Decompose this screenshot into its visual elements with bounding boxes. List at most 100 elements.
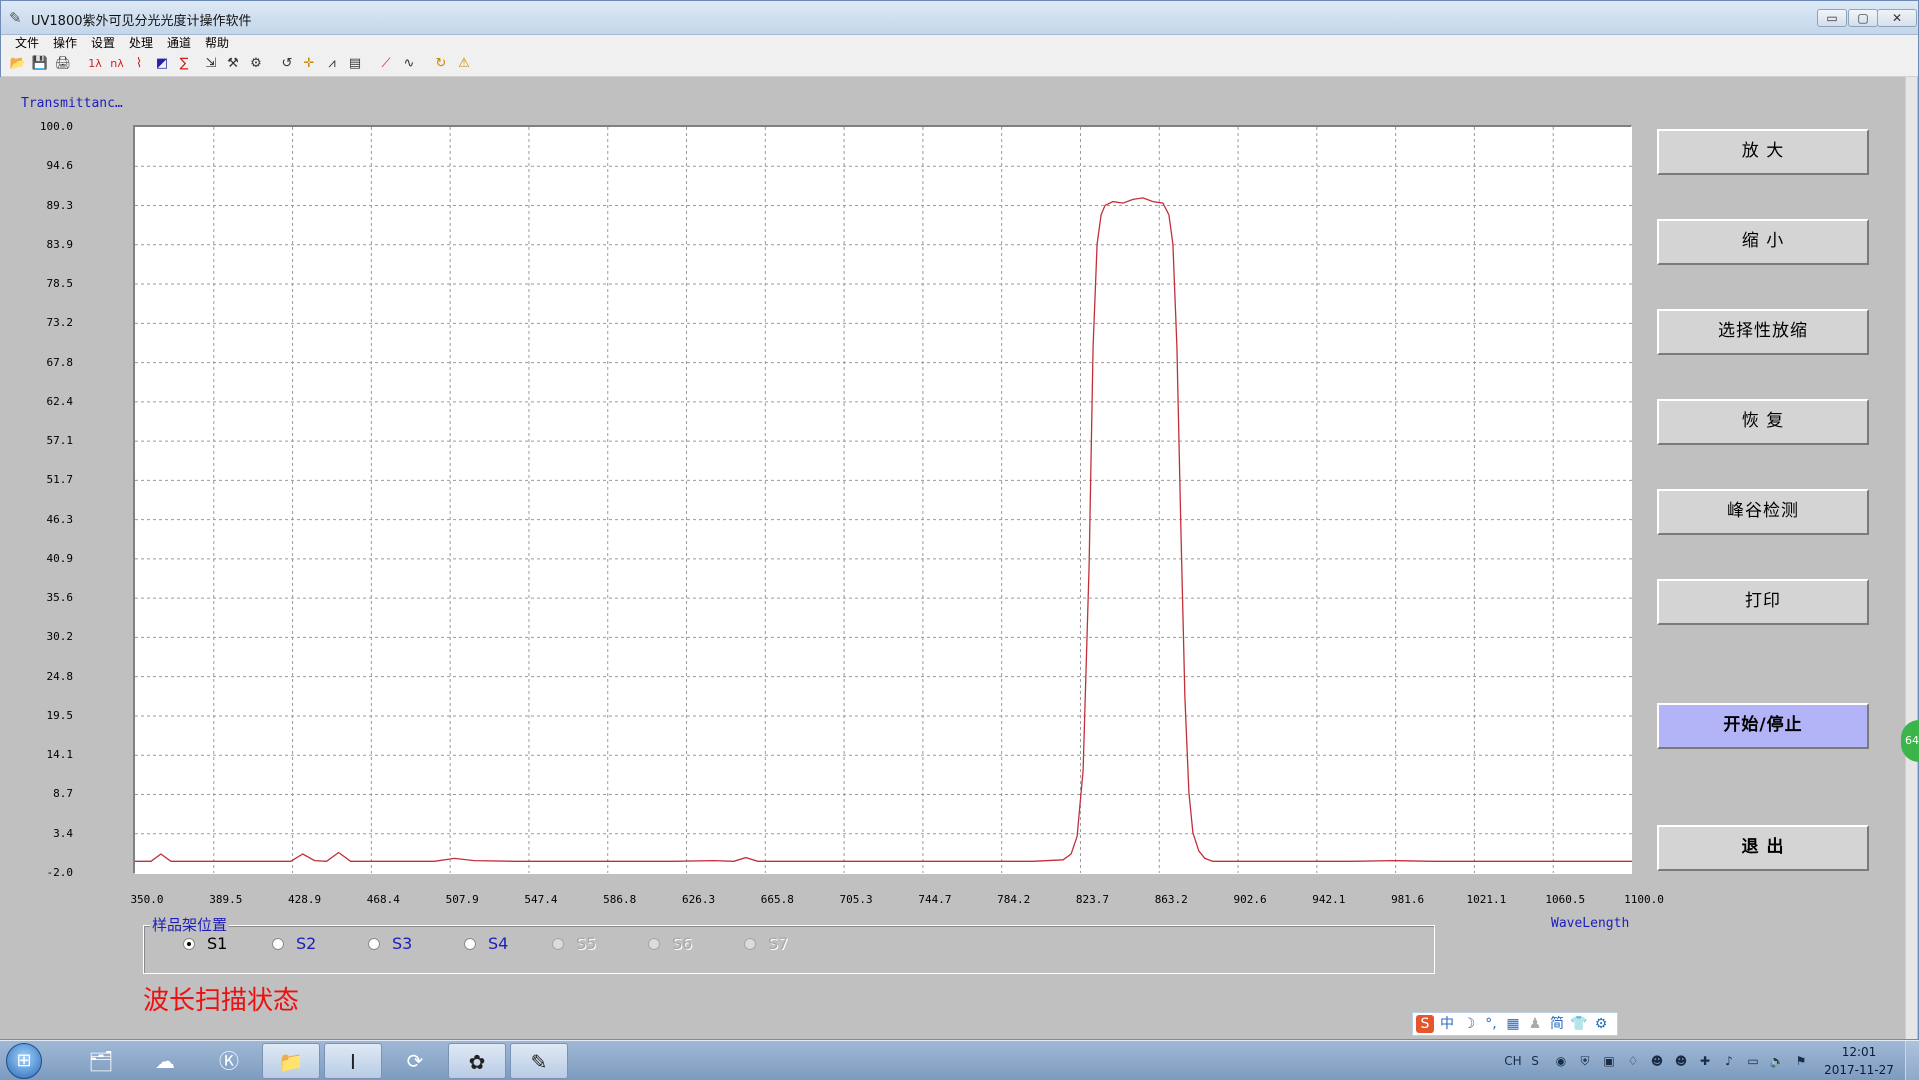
cross-hair-icon[interactable]: ✛ <box>299 54 319 74</box>
x-tick-label: 1100.0 <box>1624 893 1664 906</box>
radio-indicator[interactable] <box>272 938 284 950</box>
peak-valley-button[interactable]: 峰谷检测 <box>1657 489 1869 535</box>
k-app-task-icon[interactable]: Ⓚ <box>200 1043 258 1079</box>
status-text: 波长扫描状态 <box>143 986 300 1016</box>
export-icon[interactable]: ⇲ <box>201 54 221 74</box>
shield-tray-icon[interactable]: ⛨ <box>1577 1053 1593 1069</box>
open-file-icon[interactable]: 📂 <box>8 54 28 74</box>
ime-settings-icon[interactable]: ⚙ <box>1592 1015 1610 1033</box>
ime-skin-icon[interactable]: 👕 <box>1570 1015 1588 1033</box>
y-tick-label: 14.1 <box>46 748 74 762</box>
title-bar[interactable]: ✎ UV1800紫外可见分光光度计操作软件 ▭ ▢ ✕ <box>1 1 1918 35</box>
toolbar: 📂 💾 🖨 1λ nλ ⌇ ◩ ∑ ⇲ ⚒ ⚙ ↺ ✛ ⩘ ▤ ⟋ ∿ ↻ ⚠ <box>1 51 1918 77</box>
show-desktop-button[interactable] <box>1905 1041 1919 1080</box>
warning-icon[interactable]: ⚠ <box>454 54 474 74</box>
menu-channel[interactable]: 通道 <box>167 35 191 51</box>
language-indicator[interactable]: CH <box>1502 1053 1524 1069</box>
box-tray-icon[interactable]: ▣ <box>1601 1053 1617 1069</box>
menu-file[interactable]: 文件 <box>15 35 39 51</box>
ime-user-icon[interactable]: ♟ <box>1526 1015 1544 1033</box>
graph-icon[interactable]: ⟋ <box>376 54 396 74</box>
radio-indicator <box>552 938 564 950</box>
qq-tray-icon[interactable]: ☻ <box>1649 1053 1665 1069</box>
display-tray-icon[interactable]: ▭ <box>1745 1053 1761 1069</box>
qq2-tray-icon[interactable]: ☻ <box>1673 1053 1689 1069</box>
network-tray-icon[interactable]: ◉ <box>1553 1053 1569 1069</box>
zoom-in-button[interactable]: 放 大 <box>1657 129 1869 175</box>
exit-button[interactable]: 退 出 <box>1657 825 1869 871</box>
ime-chinese-mode[interactable]: 中 <box>1438 1015 1456 1033</box>
explorer-task-icon[interactable]: 🗂 <box>72 1043 130 1079</box>
tools-icon[interactable]: ⚒ <box>223 54 243 74</box>
vertical-scrollbar[interactable] <box>1905 77 1917 1039</box>
close-button[interactable]: ✕ <box>1877 9 1917 27</box>
menu-process[interactable]: 处理 <box>129 35 153 51</box>
sogou-logo-icon[interactable]: S <box>1416 1015 1434 1033</box>
zoom-out-button[interactable]: 缩 小 <box>1657 219 1869 265</box>
settings-icon[interactable]: ⚙ <box>246 54 266 74</box>
ime-moon-icon[interactable]: ☽ <box>1460 1015 1478 1033</box>
volume-tray-icon[interactable]: 🔈 <box>1769 1053 1785 1069</box>
y-tick-label: 78.5 <box>46 277 74 291</box>
x-tick-label: 626.3 <box>681 893 716 906</box>
clock-time[interactable]: 12:01 <box>1826 1045 1892 1059</box>
plus-tray-icon[interactable]: ✚ <box>1697 1053 1713 1069</box>
menu-settings[interactable]: 设置 <box>91 35 115 51</box>
menu-help[interactable]: 帮助 <box>205 35 229 51</box>
print-icon[interactable]: 🖨 <box>53 54 73 74</box>
sogou-tray-icon[interactable]: S <box>1527 1053 1543 1069</box>
refresh-icon[interactable]: ↻ <box>431 54 451 74</box>
start-stop-button[interactable]: 开始/停止 <box>1657 703 1869 749</box>
maximize-button[interactable]: ▢ <box>1848 9 1878 27</box>
y-tick-label: 83.9 <box>46 237 74 251</box>
y-tick-label: 8.7 <box>53 787 73 801</box>
minimize-button[interactable]: ▭ <box>1817 9 1847 27</box>
taskbar: ⊞ 🗂 ☁ Ⓚ 📁 Ⅰ ⟳ ✿ ✎ CH S ◉ ⛨ ▣ ♢ ☻ ☻ ✚ ♪ ▭… <box>0 1040 1919 1080</box>
selective-zoom-button[interactable]: 选择性放缩 <box>1657 309 1869 355</box>
x-tick-label: 665.8 <box>760 893 794 906</box>
window-icon[interactable]: ▤ <box>345 54 365 74</box>
y-tick-label: 62.4 <box>46 394 74 408</box>
menu-bar: 文件 操作 设置 处理 通道 帮助 <box>1 35 1918 51</box>
clock-date[interactable]: 2017-11-27 <box>1820 1063 1898 1077</box>
y-tick-label: 73.2 <box>46 316 74 330</box>
refresh-app-task-icon[interactable]: ⟳ <box>386 1043 444 1079</box>
radio-label: S6 <box>672 934 693 953</box>
y-tick-label: 57.1 <box>46 434 74 448</box>
spectrum-icon[interactable]: ⌇ <box>129 54 149 74</box>
menu-operate[interactable]: 操作 <box>53 35 77 51</box>
sample-holder-group <box>143 925 1435 974</box>
cloud-task-icon[interactable]: ☁ <box>136 1043 194 1079</box>
sunflower-app-task-icon[interactable]: ✿ <box>448 1043 506 1079</box>
x-tick-label: 507.9 <box>445 893 479 906</box>
x-tick-label: 863.2 <box>1154 893 1188 906</box>
kinetics-icon[interactable]: ◩ <box>152 54 172 74</box>
print-button[interactable]: 打印 <box>1657 579 1869 625</box>
quant-icon[interactable]: ∑ <box>174 54 194 74</box>
y-tick-label: 24.8 <box>46 669 74 683</box>
spectrum-plot-area[interactable] <box>133 125 1632 874</box>
undo-icon[interactable]: ↺ <box>277 54 297 74</box>
ime-keyboard-icon[interactable]: ▦ <box>1504 1015 1522 1033</box>
save-icon[interactable]: 💾 <box>30 54 50 74</box>
y-tick-label: 3.4 <box>53 826 73 840</box>
text-editor-task-icon[interactable]: Ⅰ <box>324 1043 382 1079</box>
radio-indicator[interactable] <box>464 938 476 950</box>
sound-tray-icon[interactable]: ♪ <box>1721 1053 1737 1069</box>
restore-button[interactable]: 恢 复 <box>1657 399 1869 445</box>
multi-lambda-icon[interactable]: nλ <box>107 54 127 74</box>
folder-task-icon[interactable]: 📁 <box>262 1043 320 1079</box>
y-tick-label: 19.5 <box>46 708 74 722</box>
security-tray-icon[interactable]: ♢ <box>1625 1053 1641 1069</box>
ime-simplified-toggle[interactable]: 简 <box>1548 1015 1566 1033</box>
y-tick-label: 30.2 <box>46 630 74 644</box>
radio-indicator[interactable] <box>368 938 380 950</box>
uv-software-task-icon[interactable]: ✎ <box>510 1043 568 1079</box>
radio-indicator[interactable] <box>183 938 195 950</box>
peak-icon[interactable]: ⩘ <box>322 54 342 74</box>
flag-tray-icon[interactable]: ⚑ <box>1793 1053 1809 1069</box>
start-button[interactable]: ⊞ <box>6 1043 42 1079</box>
wave-icon[interactable]: ∿ <box>399 54 419 74</box>
lambda-icon[interactable]: 1λ <box>85 54 105 74</box>
ime-punctuation-icon[interactable]: °, <box>1482 1015 1500 1033</box>
